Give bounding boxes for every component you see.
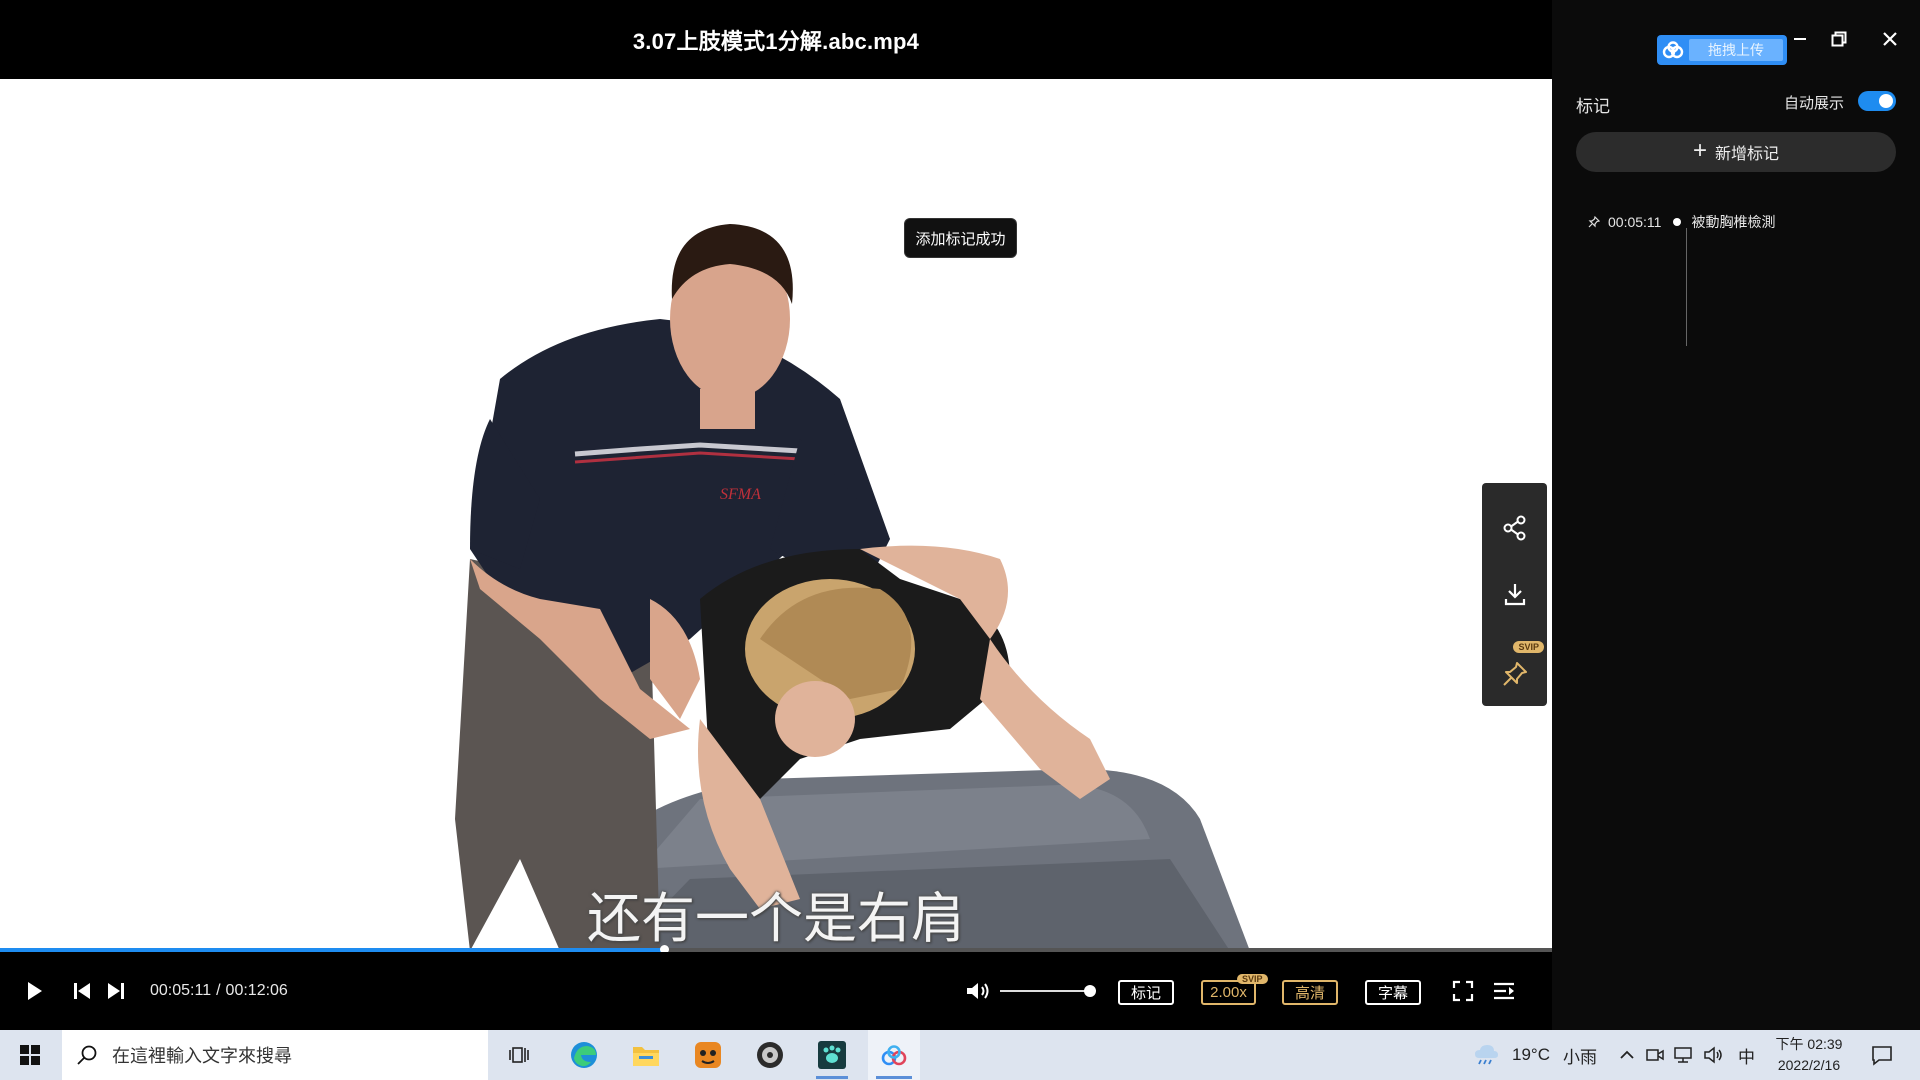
task-view-button[interactable] — [502, 1030, 538, 1080]
restore-icon — [1831, 31, 1847, 47]
play-icon — [28, 982, 42, 1000]
subtitle-caption: 还有一个是右肩 — [587, 887, 965, 950]
mark-item[interactable]: 00:05:11 被動胸椎檢測 — [1588, 210, 1888, 234]
taskbar-app-paw[interactable] — [808, 1030, 856, 1080]
mark-added-toast: 添加标记成功 — [905, 219, 1016, 257]
minimize-icon — [1794, 38, 1806, 40]
drag-upload-button[interactable]: 拖拽上传 — [1657, 35, 1787, 65]
rain-cloud-icon — [1475, 1045, 1498, 1065]
video-player: 3.07上肢模式1分解.abc.mp4 SFMA 添加标记成功 还有一个是右肩 … — [0, 0, 1552, 1030]
volume-knob[interactable] — [1084, 985, 1097, 997]
clock-time: 下午 02:39 — [1775, 1036, 1843, 1052]
tray-meet-button[interactable] — [1643, 1030, 1667, 1080]
control-bar: 00:05:11 / 00:12:06 标记 2.00x SVIP 高清 字幕 — [0, 952, 1552, 1030]
taskbar-edge[interactable] — [564, 1030, 604, 1080]
mark-list: 00:05:11 被動胸椎檢測 — [1588, 210, 1888, 234]
auto-show-label: 自动展示 — [1784, 95, 1845, 112]
weather-temp: 19°C — [1512, 1045, 1550, 1064]
share-icon — [1503, 515, 1525, 541]
network-icon — [1674, 1047, 1692, 1063]
tray-network-button[interactable] — [1670, 1030, 1696, 1080]
taskbar-app-media[interactable] — [750, 1030, 790, 1080]
panel-heading: 标记 — [1576, 97, 1610, 116]
download-button[interactable] — [1493, 572, 1537, 616]
tiger-app-icon — [695, 1042, 721, 1068]
skip-previous-icon — [74, 983, 90, 999]
marks-panel: 拖拽上传 标记 自动展示 + 新增标记 00:05:11 被動胸椎檢測 — [1552, 0, 1920, 1030]
quality-button[interactable]: 高清 — [1282, 980, 1338, 1005]
title-bar: 3.07上肢模式1分解.abc.mp4 — [0, 0, 1552, 79]
media-app-icon — [757, 1042, 783, 1068]
taskbar-clock[interactable]: 下午 02:39 2022/2/16 — [1764, 1034, 1854, 1076]
pin-icon — [1588, 216, 1600, 228]
current-time: 00:05:11 — [150, 982, 212, 999]
add-mark-label: 新增标记 — [1715, 146, 1780, 163]
drag-upload-label: 拖拽上传 — [1689, 39, 1783, 61]
mark-dot — [1673, 218, 1682, 226]
mark-time: 00:05:11 — [1608, 214, 1662, 230]
download-icon — [1504, 584, 1525, 606]
task-view-icon — [509, 1047, 529, 1063]
video-frame[interactable]: SFMA 添加标记成功 还有一个是右肩 SVIP — [0, 79, 1552, 951]
video-title: 3.07上肢模式1分解.abc.mp4 — [632, 28, 920, 54]
pin-icon — [1502, 661, 1527, 686]
share-button[interactable] — [1493, 506, 1537, 550]
baidu-netdisk-logo-icon — [1657, 35, 1689, 65]
close-button[interactable] — [1875, 24, 1905, 54]
weather-desc: 小雨 — [1563, 1047, 1597, 1067]
taskbar-app-netdisk[interactable] — [868, 1030, 920, 1080]
tray-overflow-button[interactable] — [1615, 1030, 1639, 1080]
windows-logo-icon — [20, 1045, 40, 1065]
taskbar-search-box[interactable]: 在這裡輸入文字來搜尋 — [62, 1030, 488, 1080]
playlist-button[interactable] — [1489, 952, 1519, 1030]
ime-indicator[interactable]: 中 — [1738, 1030, 1755, 1080]
video-scene: SFMA — [0, 79, 1552, 951]
taskbar-file-explorer[interactable] — [626, 1030, 666, 1080]
time-display: 00:05:11 / 00:12:06 — [150, 952, 288, 1030]
volume-slider[interactable] — [1000, 990, 1095, 992]
add-mark-button[interactable]: + 新增标记 — [1576, 132, 1896, 172]
start-button[interactable] — [0, 1030, 60, 1080]
clock-date: 2022/2/16 — [1777, 1057, 1841, 1073]
mark-button[interactable]: 标记 — [1118, 980, 1174, 1005]
skip-next-icon — [108, 983, 124, 999]
notification-icon — [1872, 1046, 1892, 1066]
volume-button[interactable] — [962, 952, 994, 1030]
mark-title: 被動胸椎檢測 — [1691, 214, 1776, 230]
baidu-netdisk-icon — [881, 1045, 907, 1066]
paw-app-icon — [818, 1041, 846, 1069]
tray-volume-button[interactable] — [1700, 1030, 1726, 1080]
pin-button[interactable]: SVIP — [1482, 641, 1547, 706]
fullscreen-icon — [1452, 980, 1474, 1002]
notification-button[interactable] — [1864, 1030, 1900, 1080]
camera-icon — [1646, 1049, 1664, 1061]
edge-browser-icon — [571, 1042, 597, 1068]
speaker-icon — [1704, 1046, 1722, 1064]
weather-button[interactable] — [1470, 1030, 1502, 1080]
restore-button[interactable] — [1824, 24, 1854, 54]
taskbar-app-tiger[interactable] — [688, 1030, 728, 1080]
playlist-icon — [1494, 982, 1514, 1000]
mark-timeline-line — [1686, 228, 1687, 346]
folder-icon — [633, 1047, 659, 1066]
close-icon — [1883, 32, 1897, 46]
total-time: 00:12:06 — [225, 982, 288, 999]
svip-badge: SVIP — [1513, 641, 1544, 653]
speed-svip-badge: SVIP — [1237, 974, 1268, 984]
volume-icon — [967, 983, 989, 999]
windows-taskbar: 在這裡輸入文字來搜尋 19°C 小雨 中 下午 02:39 2022/2/16 — [0, 1030, 1920, 1080]
plus-icon: + — [1692, 137, 1707, 164]
subtitle-button[interactable]: 字幕 — [1365, 980, 1421, 1005]
chevron-up-icon — [1620, 1050, 1634, 1059]
fullscreen-button[interactable] — [1449, 952, 1477, 1030]
auto-show-toggle[interactable] — [1858, 91, 1896, 111]
search-icon — [77, 1045, 97, 1065]
time-separator: / — [216, 982, 221, 999]
next-button[interactable] — [102, 952, 130, 1030]
shirt-logo: SFMA — [720, 486, 761, 503]
minimize-button[interactable] — [1785, 24, 1815, 54]
search-placeholder: 在這裡輸入文字來搜尋 — [112, 1046, 292, 1066]
play-button[interactable] — [18, 952, 52, 1030]
previous-button[interactable] — [68, 952, 96, 1030]
